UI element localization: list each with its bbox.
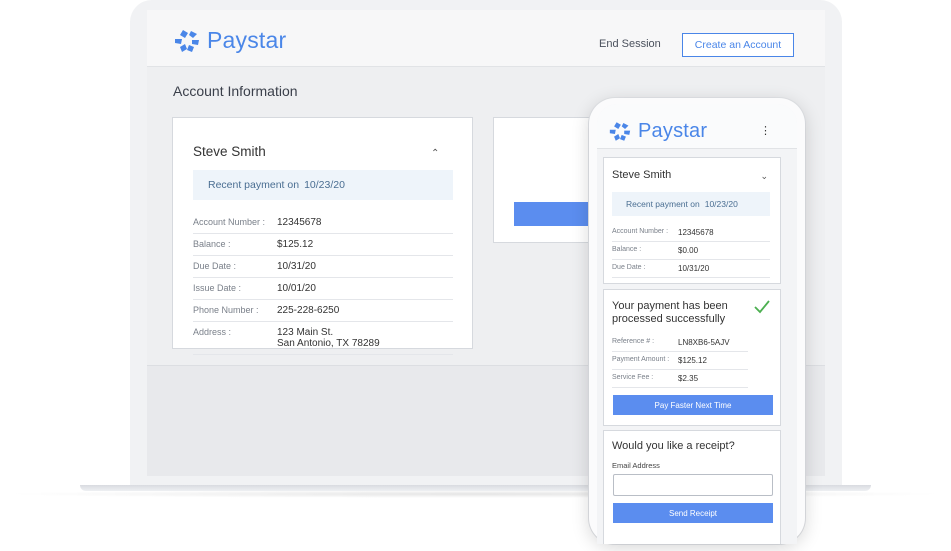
page-title: Account Information: [173, 83, 298, 99]
detail-row: Address : 123 Main St. San Antonio, TX 7…: [193, 322, 453, 355]
detail-label: Address :: [193, 327, 232, 337]
account-details: Account Number : 12345678 Balance : $0.0…: [612, 224, 770, 278]
top-navbar: Paystar End Session Create an Account: [147, 10, 825, 67]
detail-value: 10/01/20: [277, 283, 316, 294]
recent-payment-date: 10/23/20: [704, 199, 738, 209]
recent-payment-banner: Recent payment on 10/23/20: [612, 192, 770, 216]
paystar-star-icon: [609, 122, 631, 141]
checkmark-icon: [754, 300, 770, 314]
paystar-logo[interactable]: Paystar: [609, 120, 707, 143]
account-holder-name: Steve Smith: [193, 144, 266, 159]
receipt-question: Would you like a receipt?: [612, 440, 735, 452]
detail-label: Reference # :: [612, 338, 655, 345]
detail-value: $125.12: [277, 239, 314, 250]
mobile-screen: Paystar ⋮ Steve Smith ⌄ Recent payment o…: [597, 104, 797, 544]
detail-value: LN8XB6-5AJV: [678, 338, 730, 347]
kebab-menu-icon[interactable]: ⋮: [760, 124, 771, 137]
detail-value: 12345678: [277, 217, 322, 228]
chevron-down-icon[interactable]: ⌄: [760, 171, 768, 182]
recent-payment-label: Recent payment on: [626, 199, 700, 209]
detail-label: Service Fee :: [612, 374, 654, 381]
brand-name: Paystar: [638, 120, 708, 142]
address-line-2: San Antonio, TX 78289: [277, 338, 380, 349]
recent-payment-banner: Recent payment on 10/23/20: [193, 170, 453, 200]
recent-payment-date: 10/23/20: [304, 179, 345, 191]
detail-value: 10/31/20: [277, 261, 316, 272]
detail-value: $125.12: [678, 356, 707, 365]
recent-payment-label: Recent payment on: [208, 179, 300, 191]
detail-label: Balance :: [612, 246, 642, 253]
end-session-link[interactable]: End Session: [599, 38, 661, 50]
detail-row: Phone Number : 225-228-6250: [193, 300, 453, 322]
address-line-1: 123 Main St.: [277, 327, 334, 338]
account-card: Steve Smith ⌃ Recent payment on 10/23/20…: [172, 117, 473, 355]
confirmation-details: Reference # : LN8XB6-5AJV Payment Amount…: [612, 334, 748, 388]
detail-value: 225-228-6250: [277, 305, 340, 316]
detail-row: Service Fee : $2.35: [612, 370, 748, 388]
mobile-account-card: Steve Smith ⌄ Recent payment on 10/23/20…: [603, 157, 781, 284]
detail-row: Issue Date : 10/01/20: [193, 278, 453, 300]
phone-frame: Paystar ⋮ Steve Smith ⌄ Recent payment o…: [589, 98, 805, 544]
success-message: Your payment has been processed successf…: [612, 300, 728, 325]
detail-label: Phone Number :: [193, 305, 259, 315]
detail-label: Due Date :: [193, 261, 237, 271]
account-details: Account Number : 12345678 Balance : $125…: [193, 212, 453, 355]
paystar-logo[interactable]: Paystar: [174, 27, 286, 54]
detail-value: $2.35: [678, 374, 699, 383]
detail-value: 12345678: [678, 228, 714, 237]
create-account-button[interactable]: Create an Account: [682, 33, 794, 57]
detail-row: Payment Amount : $125.12: [612, 352, 748, 370]
payment-confirmation-card: Your payment has been processed successf…: [603, 289, 781, 426]
address-value: 123 Main St. San Antonio, TX 78289: [277, 327, 380, 349]
detail-label: Account Number :: [193, 217, 266, 227]
detail-label: Balance :: [193, 239, 231, 249]
detail-row: Reference # : LN8XB6-5AJV: [612, 334, 748, 352]
send-receipt-button[interactable]: Send Receipt: [613, 503, 773, 523]
detail-row: Due Date : 10/31/20: [612, 260, 770, 278]
detail-row: Balance : $0.00: [612, 242, 770, 260]
mobile-header: Paystar ⋮: [597, 104, 797, 149]
detail-label: Account Number :: [612, 228, 669, 235]
detail-row: Account Number : 12345678: [612, 224, 770, 242]
brand-name: Paystar: [207, 27, 287, 53]
receipt-card: Would you like a receipt? Email Address …: [603, 430, 781, 544]
detail-label: Issue Date :: [193, 283, 242, 293]
paystar-star-icon: [175, 29, 199, 52]
detail-row: Due Date : 10/31/20: [193, 256, 453, 278]
detail-row: Balance : $125.12: [193, 234, 453, 256]
email-label: Email Address: [612, 461, 660, 470]
email-field[interactable]: [613, 474, 773, 496]
detail-value: $0.00: [678, 246, 699, 255]
chevron-up-icon[interactable]: ⌃: [431, 148, 439, 159]
detail-row: Account Number : 12345678: [193, 212, 453, 234]
account-holder-name: Steve Smith: [612, 169, 672, 181]
pay-faster-button[interactable]: Pay Faster Next Time: [613, 395, 773, 415]
laptop-base: [0, 485, 951, 499]
detail-label: Payment Amount :: [612, 356, 670, 363]
detail-label: Due Date :: [612, 264, 646, 271]
detail-value: 10/31/20: [678, 264, 710, 273]
